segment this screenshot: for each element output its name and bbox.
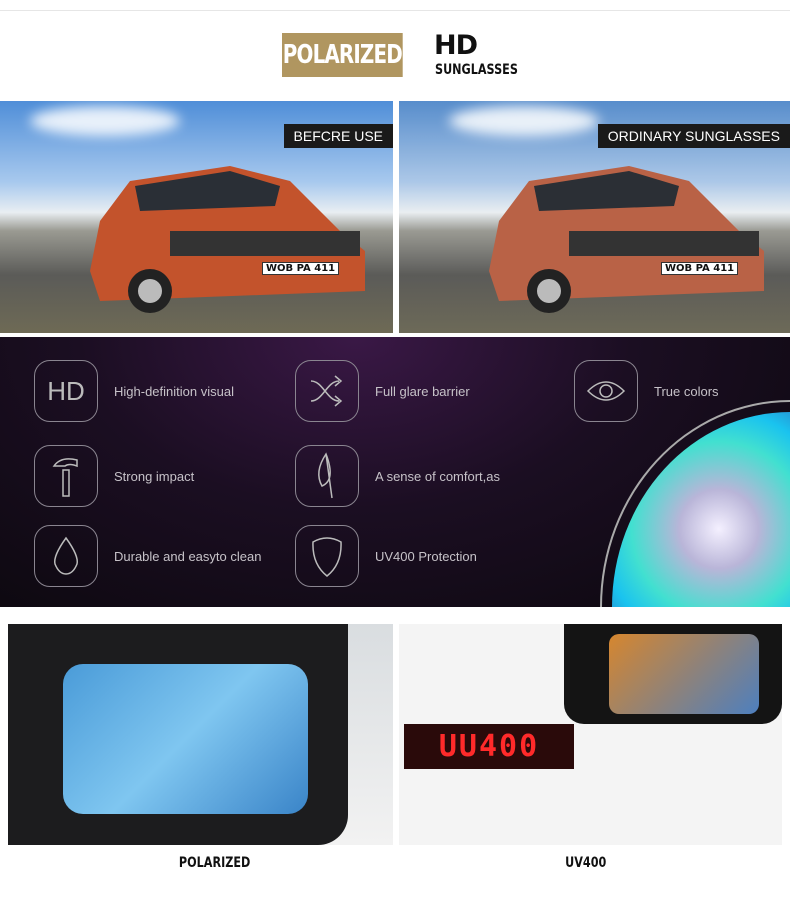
sunglasses-subtitle: SUNGLASSES xyxy=(435,62,518,78)
polarized-lens-photo xyxy=(8,624,393,845)
feature-glare: Full glare barrier xyxy=(295,360,470,422)
lens-image xyxy=(600,400,790,607)
hd-icon: HD xyxy=(34,360,98,422)
hammer-icon xyxy=(34,445,98,507)
feature-label: High-definition visual xyxy=(114,383,234,399)
car-image xyxy=(489,166,764,313)
polarized-caption: POLARIZED xyxy=(178,855,251,871)
hd-title: HD xyxy=(434,30,478,61)
divider xyxy=(0,10,790,11)
feature-clean: Durable and easyto clean xyxy=(34,525,261,587)
drop-icon xyxy=(34,525,98,587)
feature-label: UV400 Protection xyxy=(375,548,477,564)
car-image xyxy=(90,166,365,313)
uv400-caption: UV400 xyxy=(565,855,607,871)
feature-label: Strong impact xyxy=(114,468,195,484)
shield-icon xyxy=(295,525,359,587)
feature-label: Durable and easyto clean xyxy=(114,548,262,564)
feature-hd: HD High-definition visual xyxy=(34,360,234,422)
shuffle-arrows-icon xyxy=(295,360,359,422)
feature-label: True colors xyxy=(654,383,719,399)
feature-label: Full glare barrier xyxy=(375,383,470,399)
uv-meter-display: UU400 xyxy=(404,724,574,769)
polarized-badge: POLARIZED xyxy=(282,33,403,77)
before-use-tag: BEFCRE USE xyxy=(283,124,393,148)
uv400-test-photo: UU400 xyxy=(399,624,782,845)
eye-icon xyxy=(574,360,638,422)
feature-label: A sense of comfort,as xyxy=(375,468,501,484)
before-use-photo: BEFCRE USE WOB PA 411 xyxy=(0,101,393,333)
license-plate: WOB PA 411 xyxy=(661,262,739,275)
ordinary-sunglasses-photo: ORDINARY SUNGLASSES WOB PA 411 xyxy=(399,101,790,333)
features-panel: HD High-definition visual Full glare bar… xyxy=(0,337,790,607)
feature-comfort: A sense of comfort,as xyxy=(295,445,500,507)
ordinary-sunglasses-tag: ORDINARY SUNGLASSES xyxy=(597,124,790,148)
feature-uv400: UV400 Protection xyxy=(295,525,477,587)
feature-impact: Strong impact xyxy=(34,445,194,507)
feature-colors: True colors xyxy=(574,360,719,422)
feather-icon xyxy=(295,445,359,507)
license-plate: WOB PA 411 xyxy=(262,262,340,275)
